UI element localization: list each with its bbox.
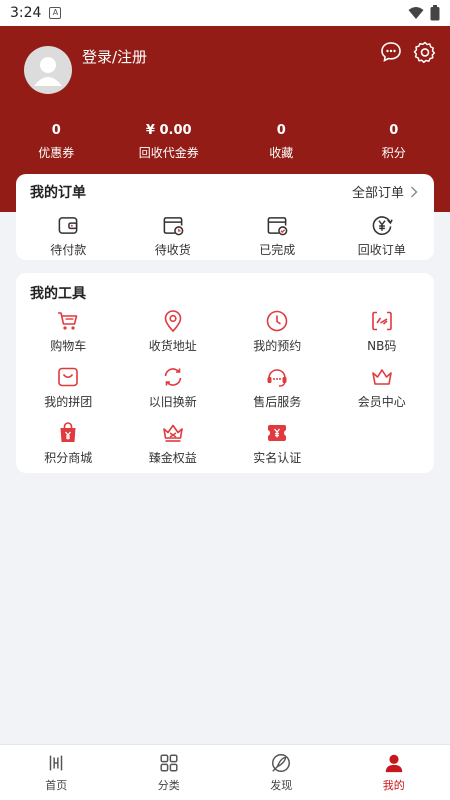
order-label: 回收订单 [357, 243, 406, 257]
stat-recycle-vouchers[interactable]: ¥ 0.00 回收代金券 [113, 123, 226, 161]
battery-icon [430, 5, 440, 21]
tool-label: 我的拼团 [44, 395, 93, 409]
tools-title: 我的工具 [30, 286, 86, 302]
all-orders-link[interactable]: 全部订单 [352, 182, 418, 201]
headset-icon [267, 369, 287, 387]
tool-label: 实名认证 [253, 451, 302, 465]
cart-icon [58, 312, 78, 330]
orders-title: 我的订单 [30, 185, 86, 201]
tool-member-center[interactable]: 会员中心 [330, 365, 435, 421]
tools-card: 我的工具 购物车 收货地址 我的预约 NB码 我的拼团 以旧换新 售后服务 会员… [16, 273, 434, 473]
stat-points[interactable]: 0 积分 [338, 123, 450, 161]
tool-label: 臻金权益 [148, 451, 197, 465]
stat-value: 0 [389, 123, 399, 138]
tool-label: NB码 [367, 339, 397, 353]
wifi-icon [408, 7, 424, 19]
tool-trade-in[interactable]: 以旧换新 [121, 365, 226, 421]
location-pin-icon [164, 310, 182, 333]
yuan-recycle-icon [372, 216, 393, 235]
tool-address[interactable]: 收货地址 [121, 309, 226, 365]
status-right [408, 5, 440, 21]
order-label: 待付款 [50, 243, 87, 257]
discover-icon [272, 754, 291, 772]
tab-label: 我的 [382, 779, 405, 792]
crown-icon [371, 369, 392, 385]
points-bag-icon [60, 422, 76, 442]
gold-crown-icon [162, 424, 183, 442]
order-label: 已完成 [259, 243, 296, 257]
login-register-link[interactable]: 登录/注册 [82, 46, 147, 67]
chevron-right-icon [411, 186, 418, 197]
stat-favorites[interactable]: 0 收藏 [225, 123, 338, 161]
tab-label: 首页 [45, 779, 68, 792]
clock-icon [266, 310, 288, 332]
tool-gold-rights[interactable]: 臻金权益 [121, 421, 226, 477]
tool-real-name[interactable]: 实名认证 [225, 421, 330, 477]
tab-discover[interactable]: 发现 [225, 745, 338, 800]
order-recycle[interactable]: 回收订单 [330, 214, 435, 258]
tool-label: 会员中心 [357, 395, 406, 409]
tab-label: 分类 [157, 779, 180, 792]
stat-coupons[interactable]: 0 优惠券 [0, 123, 113, 161]
default-avatar-icon [34, 57, 62, 86]
tool-points-mall[interactable]: 积分商城 [16, 421, 121, 477]
tools-grid: 购物车 收货地址 我的预约 NB码 我的拼团 以旧换新 售后服务 会员中心 积分… [16, 309, 434, 477]
group-buy-icon [58, 367, 79, 387]
tool-group-buy[interactable]: 我的拼团 [16, 365, 121, 421]
tool-label: 购物车 [50, 339, 87, 353]
order-pending-receipt[interactable]: 待收货 [121, 214, 226, 258]
stat-label: 回收代金券 [138, 146, 199, 160]
orders-card: 我的订单 全部订单 待付款 待收货 已完成 回收订单 [16, 174, 434, 260]
package-clock-icon [163, 217, 184, 236]
wallet-icon [58, 217, 78, 234]
tool-label: 收货地址 [148, 339, 197, 353]
id-verify-icon [268, 425, 287, 441]
order-pending-payment[interactable]: 待付款 [16, 214, 121, 258]
tool-after-sales[interactable]: 售后服务 [225, 365, 330, 421]
stat-label: 优惠券 [38, 146, 75, 160]
all-orders-label: 全部订单 [351, 186, 404, 201]
tool-label: 以旧换新 [148, 395, 197, 409]
settings-gear-icon[interactable] [413, 40, 437, 64]
tool-label: 积分商城 [44, 451, 93, 465]
status-bar: 3:24 A [0, 0, 450, 26]
tab-mine[interactable]: 我的 [338, 745, 450, 800]
stat-label: 收藏 [269, 146, 294, 160]
stat-value: 0 [51, 123, 61, 138]
tab-home[interactable]: 首页 [0, 745, 113, 800]
tool-cart[interactable]: 购物车 [16, 309, 121, 365]
stat-value: ¥ 0.00 [145, 123, 192, 138]
tab-category[interactable]: 分类 [113, 745, 226, 800]
stat-label: 积分 [381, 146, 406, 160]
tool-appointments[interactable]: 我的预约 [225, 309, 330, 365]
message-icon[interactable] [379, 40, 403, 64]
status-time: 3:24 [10, 5, 42, 21]
avatar[interactable] [24, 46, 72, 94]
order-label: 待收货 [154, 243, 191, 257]
tool-nb-code[interactable]: NB码 [330, 309, 435, 365]
package-check-icon [267, 217, 288, 236]
notification-icon: A [49, 7, 62, 19]
trade-in-icon [164, 368, 182, 386]
profile-icon [385, 754, 402, 773]
stat-value: 0 [276, 123, 286, 138]
stats-row: 0 优惠券 ¥ 0.00 回收代金券 0 收藏 0 积分 [0, 123, 450, 161]
orders-grid: 待付款 待收货 已完成 回收订单 [16, 214, 434, 258]
tool-label: 售后服务 [253, 395, 302, 409]
order-completed[interactable]: 已完成 [225, 214, 330, 258]
tool-label: 我的预约 [253, 339, 302, 353]
bottom-tab-bar: 首页 分类 发现 我的 [0, 744, 450, 800]
nb-code-icon [371, 311, 392, 331]
tab-label: 发现 [270, 779, 293, 792]
category-grid-icon [160, 754, 178, 772]
home-logo-icon [50, 755, 63, 771]
